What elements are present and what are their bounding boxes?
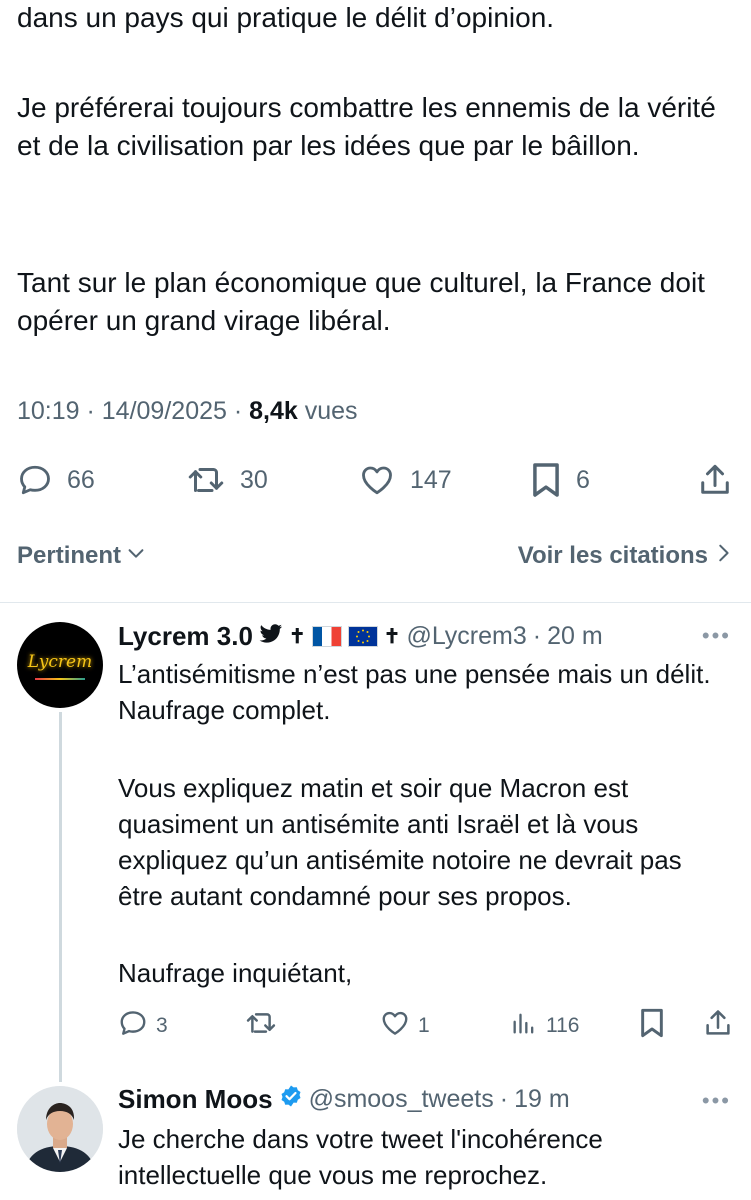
reply-author-handle[interactable]: @Lycrem3 [406, 622, 526, 651]
reply-action[interactable]: 66 [17, 458, 95, 502]
bookmark-icon [638, 1007, 666, 1045]
reply-1-reply-count: 3 [156, 1014, 168, 1037]
reply-1-views-count: 116 [546, 1014, 580, 1037]
sort-dropdown[interactable]: Pertinent [17, 542, 147, 571]
avatar-logo-text: Lycrem [27, 652, 93, 672]
cross-symbol: ✝ [383, 625, 401, 648]
reply-author-handle[interactable]: @smoos_tweets [309, 1085, 494, 1114]
reply-text-paragraph-1: Je cherche dans votre tweet l'incohérenc… [118, 1124, 603, 1190]
reply-1-share-action[interactable] [705, 1008, 731, 1044]
reply-time[interactable]: 20 m [547, 622, 603, 651]
verified-badge-icon [279, 1084, 303, 1115]
reply-author-name[interactable]: Lycrem 3.0 [118, 621, 253, 652]
tweet-text-paragraph-3: Tant sur le plan économique que culturel… [17, 267, 705, 336]
time-separator: · [532, 621, 542, 650]
reply-text-paragraph-3: Naufrage inquiétant, [118, 958, 353, 988]
avatar-lycrem[interactable]: Lycrem [17, 622, 103, 708]
reply-1-views[interactable]: 116 [510, 1008, 579, 1044]
view-quotes-label: Voir les citations [517, 542, 708, 569]
sort-label: Pertinent [17, 542, 122, 569]
share-icon [700, 462, 730, 498]
tweet-meta: 10:19 · 14/09/2025 · 8,4k vues [17, 397, 358, 426]
like-action[interactable]: 147 [358, 458, 452, 502]
bird-icon [259, 622, 283, 651]
reply-text-paragraph-2: Vous expliquez matin et soir que Macron … [118, 773, 682, 911]
retweet-icon [245, 1008, 277, 1044]
tweet-text-line-1: dans un pays qui pratique le délit d’opi… [17, 2, 555, 33]
tweet-timestamp[interactable]: 10:19 · 14/09/2025 · [17, 397, 249, 425]
share-icon [705, 1008, 731, 1044]
tweet-views-label: vues [297, 397, 358, 425]
view-quotes-link[interactable]: Voir les citations [518, 541, 734, 572]
replies-sort-bar: Pertinent Voir les citations [17, 536, 734, 576]
cross-icon: ✝ [288, 625, 306, 648]
more-options-icon[interactable]: ••• [702, 1088, 731, 1114]
reply-icon [118, 1008, 148, 1044]
reply-1-like-count: 1 [418, 1014, 430, 1037]
retweet-count: 30 [240, 465, 268, 494]
like-icon [380, 1008, 410, 1044]
reply-author-name[interactable]: Simon Moos [118, 1084, 273, 1115]
chevron-down-icon [125, 542, 147, 571]
france-flag-icon [311, 625, 342, 647]
avatar-simon-moos[interactable] [17, 1086, 103, 1172]
reply-icon [17, 462, 53, 498]
bookmark-count: 6 [576, 465, 590, 494]
avatar-logo-stripe [35, 678, 85, 680]
divider [0, 602, 751, 603]
reply-time[interactable]: 19 m [514, 1085, 570, 1114]
bookmark-action[interactable]: 6 [530, 458, 590, 502]
like-count: 147 [410, 465, 452, 494]
reply-header: Lycrem 3.0 ✝ ✝ @Lycrem3 · 20 m [118, 619, 603, 653]
retweet-action[interactable]: 30 [186, 458, 268, 502]
reply-count: 66 [67, 465, 95, 494]
like-icon [358, 462, 396, 498]
chevron-right-icon [712, 541, 734, 572]
avatar-portrait [17, 1086, 103, 1172]
time-separator: · [499, 1084, 509, 1113]
reply-1-like-action[interactable]: 1 [380, 1008, 430, 1044]
bookmark-icon [530, 461, 562, 499]
reply-header: Simon Moos @smoos_tweets · 19 m [118, 1082, 570, 1116]
views-icon [510, 1008, 538, 1044]
share-action[interactable] [700, 458, 730, 502]
eu-flag-icon [347, 625, 378, 647]
reply-text-paragraph-1: L’antisémitisme n’est pas une pensée mai… [118, 659, 711, 725]
more-options-icon[interactable]: ••• [702, 623, 731, 649]
reply-1-bookmark-action[interactable] [638, 1008, 666, 1044]
tweet-text-paragraph-2: Je préférerai toujours combattre les enn… [17, 92, 716, 161]
tweet-views-count: 8,4k [249, 397, 298, 425]
thread-line [59, 712, 62, 1082]
reply-1-retweet-action[interactable] [245, 1008, 285, 1044]
reply-1-reply-action[interactable]: 3 [118, 1008, 168, 1044]
retweet-icon [186, 462, 226, 498]
